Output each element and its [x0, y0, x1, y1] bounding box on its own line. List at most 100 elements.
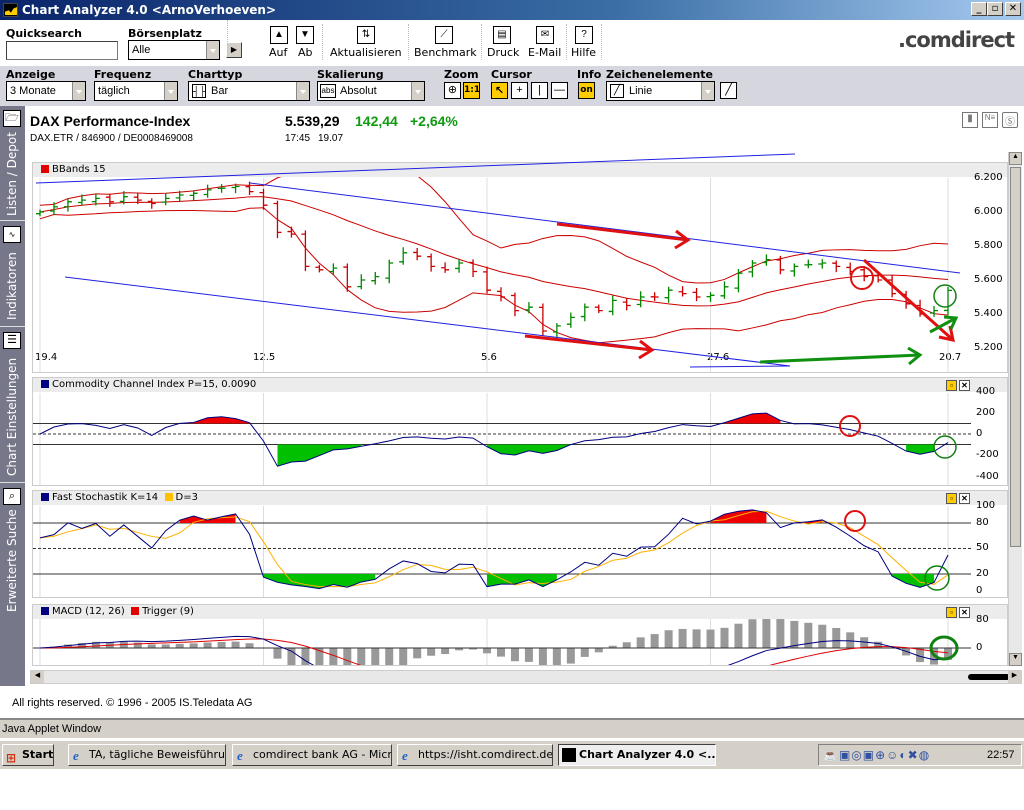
y-tick-label: 5.200	[974, 342, 1003, 353]
bar-chart-icon: ┤├	[192, 84, 206, 98]
taskbar: ⊞ Start e TA, tägliche Beweisführu... e com…	[0, 740, 1024, 769]
auf-button[interactable]: Auf	[269, 46, 287, 59]
sidebar-item-erweiterte-suche[interactable]: ⌕ Erweiterte Suche	[0, 484, 25, 619]
panel-settings-icon[interactable]: ▫	[946, 380, 957, 391]
macd-legend: MACD (12, 26)	[52, 606, 125, 617]
chart-analyzer-icon	[562, 748, 576, 762]
ab-button[interactable]: Ab	[298, 46, 313, 59]
info-toggle[interactable]: on	[578, 82, 595, 99]
scroll-up-icon[interactable]: ▲	[1009, 152, 1022, 165]
print-icon[interactable]: ▤	[493, 26, 511, 44]
scroll-right-icon[interactable]: ▶	[1008, 671, 1021, 683]
sidebar-label: Listen / Depot	[5, 132, 19, 216]
y-tick-label: 80	[976, 614, 989, 625]
scroll-down-icon[interactable]: ▼	[1009, 653, 1022, 666]
system-tray: ☕▣◎▣⊕☺◐✖◍ 22:57	[818, 744, 1022, 766]
cursor-pointer-icon[interactable]: ↖	[491, 82, 508, 99]
boersenplatz-select[interactable]: Alle	[128, 40, 220, 60]
down-arrow-icon[interactable]: ▼	[296, 26, 314, 44]
chart-settings-toolbar: Anzeige 3 Monate Frequenz täglich Chartt…	[0, 66, 1024, 106]
legend-swatch	[41, 493, 49, 501]
taskbar-item-label: https://isht.comdirect.de...	[418, 748, 553, 761]
vertical-scrollbar[interactable]: ▲ ▼	[1008, 152, 1022, 666]
sidebar-item-indikatoren[interactable]: ∿ Indikatoren	[0, 222, 25, 327]
skalierung-select[interactable]: abs Absolut	[317, 81, 425, 101]
legend-swatch	[41, 607, 49, 615]
zeichenelemente-select[interactable]: ╱ Linie	[606, 81, 715, 101]
benchmark-icon[interactable]: ⟋	[435, 26, 453, 44]
taskbar-item-active[interactable]: Chart Analyzer 4.0 <...	[558, 744, 716, 766]
price-chart-panel[interactable]: BBands 15	[32, 162, 1008, 373]
vertical-cursor-icon[interactable]: |	[531, 82, 548, 99]
frequenz-select[interactable]: täglich	[94, 81, 178, 101]
sidebar-item-listen-depot[interactable]: 🗁 Listen / Depot	[0, 106, 25, 221]
y-tick-label: 50	[976, 542, 989, 553]
scroll-left-icon[interactable]: ◀	[31, 671, 44, 683]
legend-swatch	[41, 380, 49, 388]
benchmark-button[interactable]: Benchmark	[414, 46, 477, 59]
y-tick-label: 0	[976, 428, 983, 439]
email-icon[interactable]: ✉	[536, 26, 554, 44]
panel-settings-icon[interactable]: ▫	[946, 493, 957, 504]
applet-status-bar: Java Applet Window	[0, 718, 1024, 738]
charttyp-select[interactable]: ┤├ Bar	[188, 81, 310, 101]
macd-panel[interactable]: MACD (12, 26) Trigger (9)	[32, 604, 1008, 666]
taskbar-item[interactable]: e https://isht.comdirect.de...	[397, 744, 553, 766]
last-price: 5.539,29	[285, 113, 340, 129]
news-icon[interactable]: N≡	[982, 112, 998, 128]
panel-close-icon[interactable]: ✕	[959, 493, 970, 504]
y-tick-label: 20	[976, 568, 989, 579]
start-button[interactable]: ⊞ Start	[2, 744, 54, 766]
quicksearch-label: Quicksearch	[6, 27, 82, 40]
scrollbar-thumb[interactable]	[1010, 167, 1021, 547]
hilfe-button[interactable]: Hilfe	[571, 46, 596, 59]
up-arrow-icon[interactable]: ▲	[270, 26, 288, 44]
skalierung-label: Skalierung	[317, 68, 384, 81]
stoch-k-legend: Fast Stochastik K=14	[52, 492, 159, 503]
horizontal-cursor-icon[interactable]: —	[551, 82, 568, 99]
maximize-button[interactable]: ▫	[987, 2, 1003, 16]
druck-button[interactable]: Druck	[487, 46, 519, 59]
window-title: Chart Analyzer 4.0 <ArnoVerhoeven>	[22, 3, 277, 17]
tray-icons[interactable]: ☕▣◎▣⊕☺◐✖◍	[823, 748, 930, 762]
chevron-down-icon	[164, 82, 177, 100]
main-toolbar: Quicksearch Börsenplatz Alle ▶ ▲ Auf ▼ A…	[0, 20, 1024, 66]
charttyp-value: Bar	[211, 85, 229, 97]
taskbar-item[interactable]: e TA, tägliche Beweisführu...	[68, 744, 226, 766]
email-button[interactable]: E-Mail	[528, 46, 561, 59]
zoom-reset-button[interactable]: 1:1	[463, 82, 480, 99]
currency-icon[interactable]: Ⓢ	[1002, 112, 1018, 128]
horizontal-scrollbar[interactable]: ◀ ▶	[30, 670, 1022, 684]
x-tick-label: 19.4	[35, 352, 58, 363]
taskbar-item[interactable]: e comdirect bank AG - Micr...	[232, 744, 392, 766]
help-icon[interactable]: ?	[575, 26, 593, 44]
panel-close-icon[interactable]: ✕	[959, 607, 970, 618]
instrument-name: DAX Performance-Index	[30, 113, 191, 129]
ie-icon: e	[402, 748, 408, 763]
go-button[interactable]: ▶	[226, 42, 242, 58]
zoom-in-icon[interactable]: ⊕	[444, 82, 461, 99]
cci-panel[interactable]: Commodity Channel Index P=15, 0.0090	[32, 377, 1008, 486]
draw-line-button[interactable]: ╱	[720, 82, 737, 99]
close-button[interactable]: ✕	[1005, 2, 1021, 16]
anzeige-select[interactable]: 3 Monate	[6, 81, 86, 101]
refresh-icon[interactable]: ⇅	[357, 26, 375, 44]
folder-icon: 🗁	[3, 110, 21, 127]
stochastic-panel[interactable]: Fast Stochastik K=14 D=3	[32, 490, 1008, 598]
minimize-button[interactable]: _	[971, 2, 987, 16]
list-icon: ☰	[3, 332, 21, 349]
panel-close-icon[interactable]: ✕	[959, 380, 970, 391]
taskbar-item-label: Chart Analyzer 4.0 <...	[579, 748, 716, 761]
panel-settings-icon[interactable]: ▫	[946, 607, 957, 618]
chart-view-icon[interactable]: ▮	[962, 112, 978, 128]
x-tick-label: 5.6	[481, 352, 497, 363]
quicksearch-input[interactable]	[6, 41, 118, 60]
sidebar-item-chart-einstellungen[interactable]: ☰ Chart Einstellungen	[0, 328, 25, 483]
panel-title: BBands 15	[33, 163, 1007, 177]
scrollbar-thumb[interactable]	[968, 674, 1010, 680]
y-tick-label: 100	[976, 500, 996, 511]
line-tool-icon: ╱	[610, 84, 624, 98]
crosshair-cursor-icon[interactable]: +	[511, 82, 528, 99]
zoom-label: Zoom	[444, 68, 479, 81]
aktualisieren-button[interactable]: Aktualisieren	[330, 46, 402, 59]
